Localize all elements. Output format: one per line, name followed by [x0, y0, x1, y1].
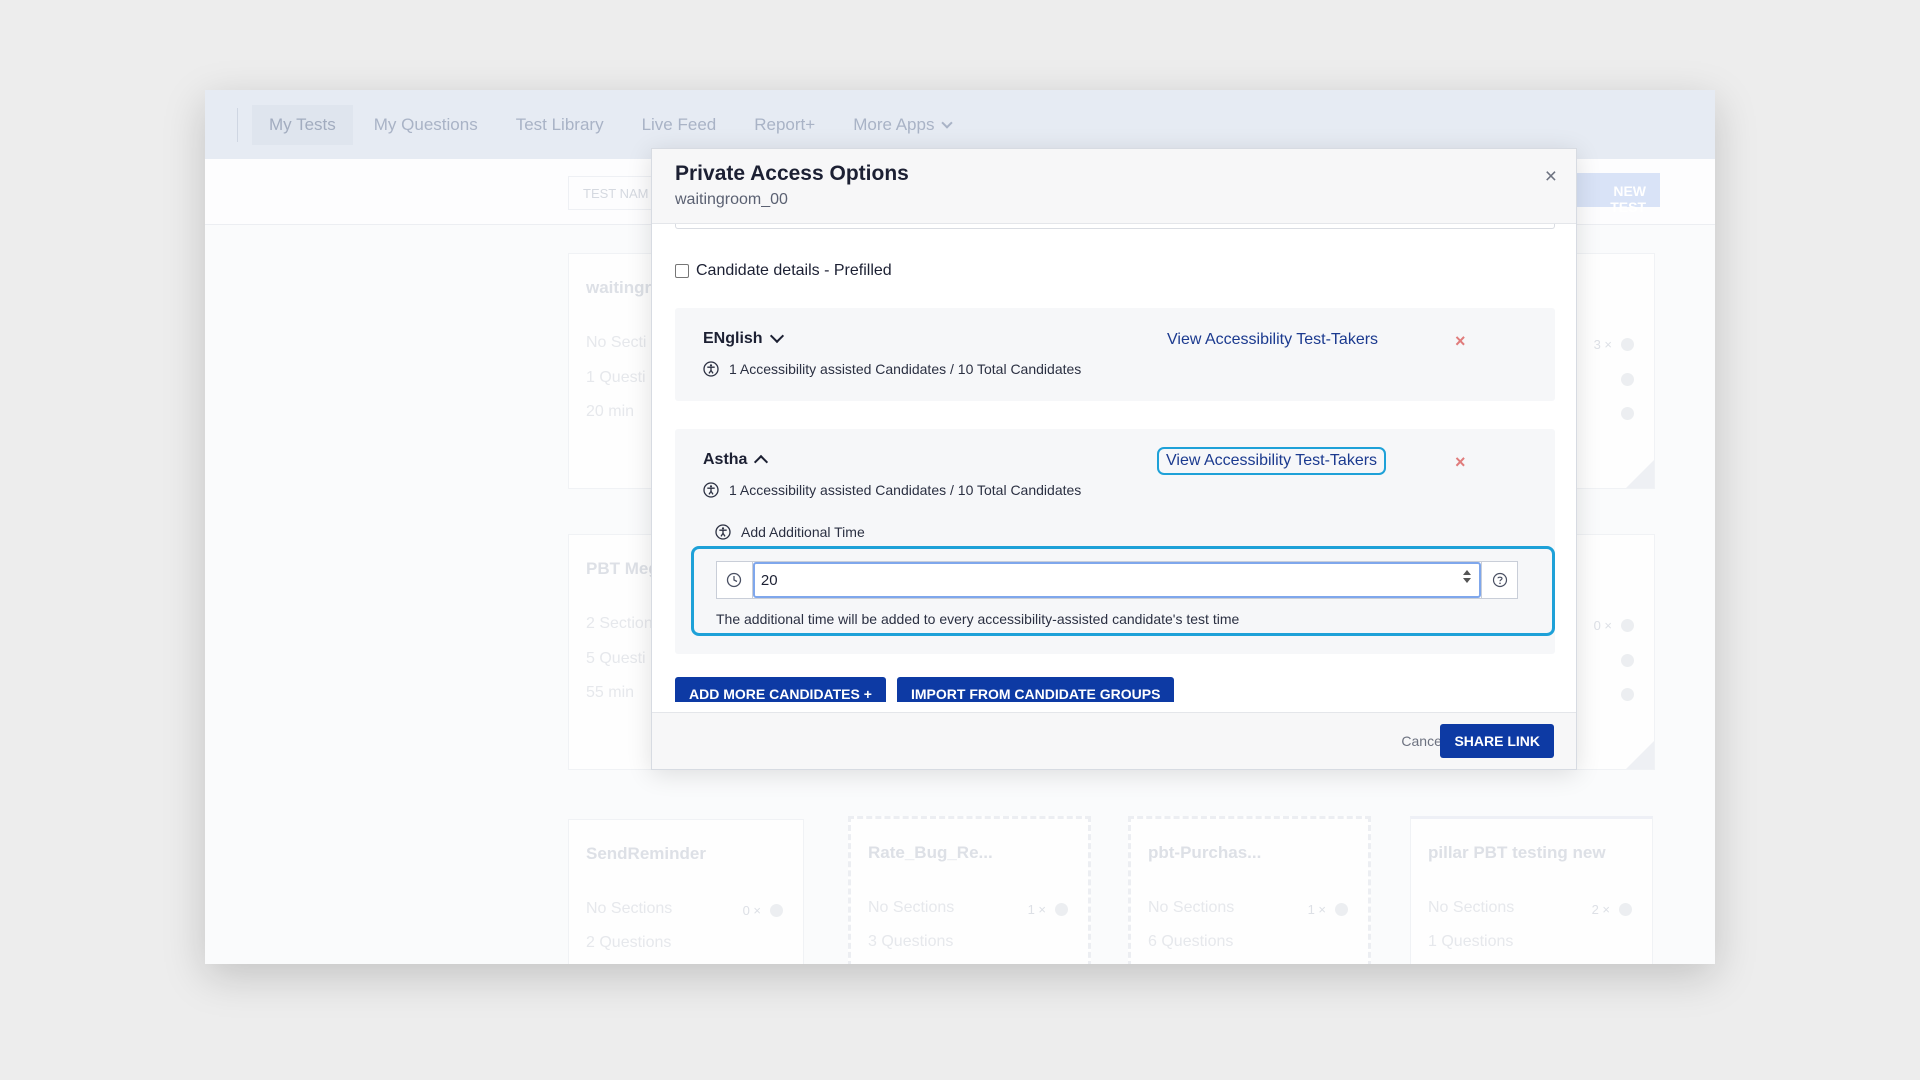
- user-icon: [1055, 903, 1068, 916]
- card-title: pbt-Purchas...: [1148, 843, 1262, 862]
- additional-time-input[interactable]: 20: [752, 562, 1482, 598]
- private-access-modal: Private Access Options waitingroom_00 × …: [651, 148, 1577, 770]
- add-more-candidates-button[interactable]: ADD MORE CANDIDATES +: [675, 677, 886, 702]
- accessibility-icon: [703, 482, 719, 498]
- chevron-down-icon: [769, 328, 784, 344]
- additional-time-value: 20: [760, 571, 778, 589]
- card-corner: [1626, 460, 1654, 488]
- link-icon[interactable]: [1621, 407, 1634, 420]
- number-stepper[interactable]: [1463, 570, 1472, 583]
- card-title: SendReminder: [586, 844, 706, 863]
- additional-time-help-text: The additional time will be added to eve…: [716, 611, 1240, 627]
- card-questions: 6 Questions: [1148, 933, 1234, 950]
- nav-live-feed[interactable]: Live Feed: [625, 105, 734, 145]
- modal-title: Private Access Options: [675, 162, 909, 185]
- card-title: Rate_Bug_Re...: [868, 843, 993, 862]
- view-accessibility-test-takers-link[interactable]: View Accessibility Test-Takers: [1167, 331, 1378, 349]
- nav-test-library[interactable]: Test Library: [499, 105, 621, 145]
- card-questions: 2 Questions: [586, 934, 672, 951]
- chevron-up-icon: [754, 454, 769, 470]
- add-time-label-row: Add Additional Time: [715, 524, 865, 540]
- card-questions: 5 Questi: [586, 650, 646, 667]
- modal-header: Private Access Options waitingroom_00 ×: [652, 149, 1576, 224]
- add-time-label: Add Additional Time: [741, 524, 865, 540]
- test-card[interactable]: pillar PBT testing new No Sections 1 Que…: [1410, 816, 1653, 964]
- group-toggle[interactable]: Astha: [703, 451, 769, 470]
- previous-field-edge: [675, 224, 1555, 229]
- nav-my-questions[interactable]: My Questions: [357, 105, 495, 145]
- modal-subtitle: waitingroom_00: [675, 191, 788, 208]
- additional-time-section: 20 The additional time will be added to …: [691, 546, 1555, 636]
- candidate-group-astha: Astha 1 Accessibility assisted Candidate…: [675, 429, 1555, 654]
- user-icon: [770, 904, 783, 917]
- prefill-checkbox[interactable]: [675, 264, 689, 278]
- card-duration: 55 min: [586, 684, 635, 701]
- card-sections: No Secti: [586, 334, 647, 351]
- user-icon: [1621, 338, 1634, 351]
- test-card[interactable]: pbt-Purchas... No Sections 6 Questions 1…: [1128, 816, 1371, 964]
- user-icon: [1335, 903, 1348, 916]
- nav-my-tests[interactable]: My Tests: [252, 104, 353, 145]
- import-from-candidate-groups-button[interactable]: IMPORT FROM CANDIDATE GROUPS: [897, 677, 1175, 702]
- card-questions: 1 Questi: [586, 369, 646, 386]
- card-candidate-count: 1 ×: [1027, 902, 1046, 917]
- additional-time-field: 20: [716, 561, 1518, 599]
- card-questions: 3 Questions: [868, 933, 954, 950]
- card-candidate-count: 0 ×: [1593, 618, 1612, 633]
- card-candidate-count: 1 ×: [1307, 902, 1326, 917]
- help-icon[interactable]: [1481, 562, 1517, 598]
- eye-icon[interactable]: [1621, 373, 1634, 386]
- group-name: Astha: [703, 451, 748, 468]
- nav-more-apps-label: More Apps: [853, 114, 935, 134]
- prefill-checkbox-row[interactable]: Candidate details - Prefilled: [675, 262, 892, 280]
- clock-icon: [717, 562, 753, 598]
- eye-icon[interactable]: [1621, 654, 1634, 667]
- group-stats-text: 1 Accessibility assisted Candidates / 10…: [729, 482, 1082, 498]
- card-title: pillar PBT testing new: [1428, 843, 1606, 862]
- nav-more-apps[interactable]: More Apps: [836, 105, 968, 145]
- modal-footer: Cancel SHARE LINK: [652, 712, 1576, 769]
- remove-group-icon[interactable]: ×: [1455, 452, 1466, 473]
- user-icon: [1619, 903, 1632, 916]
- candidate-group-english: ENglish 1 Accessibility assisted Candida…: [675, 308, 1555, 401]
- cancel-button[interactable]: Cancel: [1401, 733, 1445, 749]
- card-candidate-count: 0 ×: [742, 903, 761, 918]
- card-candidate-count: 3 ×: [1593, 337, 1612, 352]
- group-stats: 1 Accessibility assisted Candidates / 10…: [703, 361, 1081, 377]
- accessibility-icon: [715, 524, 731, 540]
- nav-report-plus[interactable]: Report+: [737, 105, 832, 145]
- group-name: ENglish: [703, 330, 763, 347]
- stepper-down-icon[interactable]: [1463, 578, 1472, 583]
- modal-body[interactable]: Candidate details - Prefilled ENglish 1 …: [652, 224, 1576, 702]
- group-stats: 1 Accessibility assisted Candidates / 10…: [703, 482, 1081, 498]
- user-icon: [1621, 619, 1634, 632]
- group-toggle[interactable]: ENglish: [703, 328, 784, 348]
- card-sections: 2 Section: [586, 615, 653, 632]
- test-card[interactable]: Rate_Bug_Re... No Sections 3 Questions 1…: [848, 816, 1091, 964]
- remove-group-icon[interactable]: ×: [1455, 331, 1466, 352]
- stepper-up-icon[interactable]: [1463, 570, 1472, 575]
- view-accessibility-test-takers-link[interactable]: View Accessibility Test-Takers: [1157, 447, 1387, 475]
- share-link-button[interactable]: SHARE LINK: [1440, 724, 1554, 758]
- close-icon[interactable]: ×: [1545, 165, 1557, 189]
- test-card[interactable]: SendReminder No Sections 2 Questions 0 ×: [568, 819, 804, 964]
- card-candidate-count: 2 ×: [1591, 902, 1610, 917]
- group-stats-text: 1 Accessibility assisted Candidates / 10…: [729, 361, 1082, 377]
- chevron-down-icon: [941, 116, 954, 129]
- card-sections: No Sections: [1148, 899, 1235, 916]
- card-sections: No Sections: [586, 900, 673, 917]
- card-sections: No Sections: [1428, 899, 1515, 916]
- prefill-checkbox-label: Candidate details - Prefilled: [696, 262, 892, 279]
- nav-divider: [237, 107, 238, 142]
- card-duration: 20 min: [586, 403, 635, 420]
- accessibility-icon: [703, 361, 719, 377]
- card-corner: [1626, 741, 1654, 769]
- card-questions: 1 Questions: [1428, 933, 1514, 950]
- card-sections: No Sections: [868, 899, 955, 916]
- link-icon[interactable]: [1621, 688, 1634, 701]
